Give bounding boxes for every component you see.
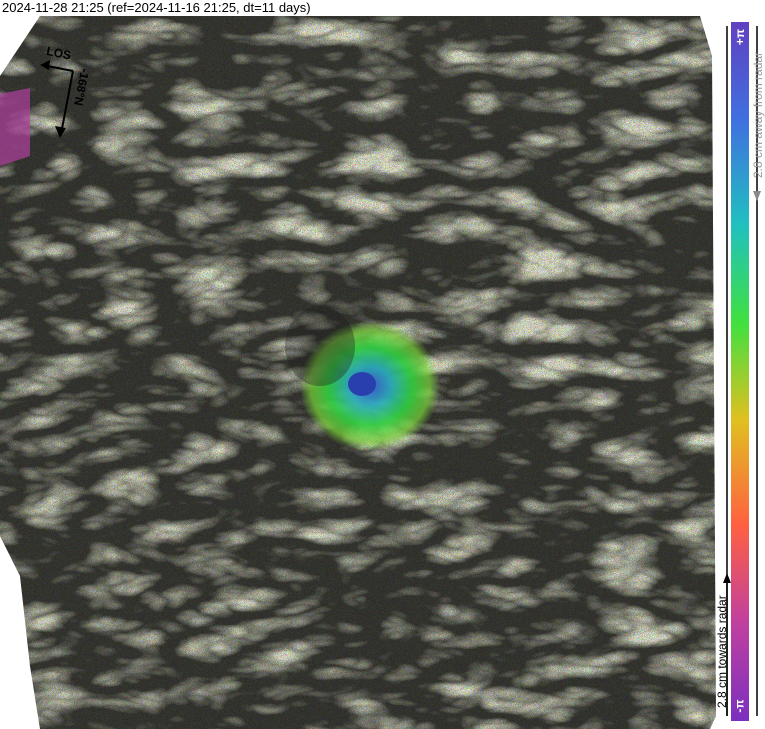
towards-radar-label: 2.8 cm towards radar	[715, 595, 729, 708]
figure-title: 2024-11-28 21:25 (ref=2024-11-16 21:25, …	[2, 0, 311, 15]
away-from-radar-label: 2.8 cm away from radar	[751, 51, 765, 178]
colorbar-gradient	[731, 22, 749, 721]
north-arrow-head-icon	[55, 126, 66, 138]
colorbar-bottom-label: -π	[733, 699, 747, 713]
colorbar-top-label: +π	[732, 28, 747, 46]
away-arrow-icon	[753, 191, 761, 201]
los-arrow-head-icon	[40, 60, 50, 70]
los-direction-indicator	[40, 60, 74, 138]
towards-arrow-icon	[723, 573, 731, 583]
